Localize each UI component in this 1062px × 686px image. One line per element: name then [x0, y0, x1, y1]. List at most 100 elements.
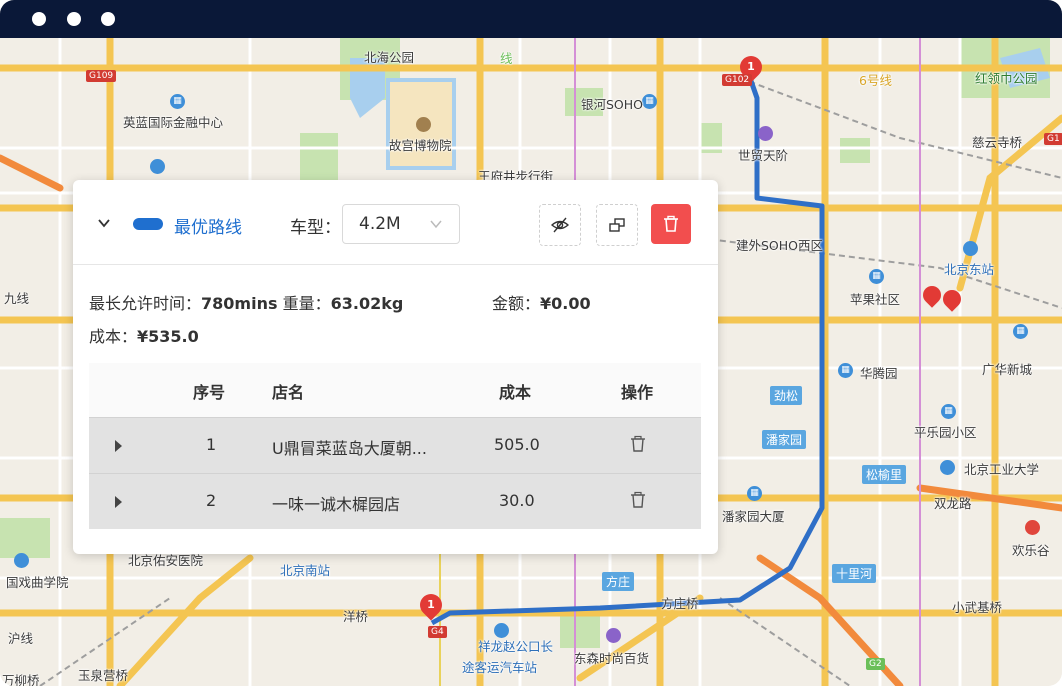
map-label: 北京东站 — [944, 262, 995, 277]
map-label: 6号线 — [859, 73, 892, 88]
window-dot-2[interactable] — [67, 12, 81, 26]
split-route-button[interactable] — [596, 204, 638, 246]
route-info-cost: 成本：¥535.0 — [89, 323, 199, 347]
map-label: 世贸天阶 — [738, 148, 789, 163]
trash-icon — [664, 215, 678, 232]
map-label: 玉泉营桥 — [78, 668, 129, 683]
route-info-amount: 金额：¥0.00 — [492, 290, 591, 314]
eye-off-icon — [551, 217, 569, 233]
map-label: 国戏曲学院 — [6, 575, 69, 590]
map-label: 故宫博物院 — [389, 138, 452, 153]
map-label: 途客运汽车站 — [462, 660, 538, 675]
column-header-cost: 成本 — [499, 383, 532, 402]
school-icon — [940, 460, 955, 475]
chevron-down-icon[interactable] — [97, 216, 111, 230]
building-icon: ▦ — [747, 486, 762, 501]
map-label: 潘家园大厦 — [722, 509, 785, 524]
window-dot-1[interactable] — [32, 12, 46, 26]
map-label: 方庄桥 — [661, 596, 699, 611]
school-icon — [14, 553, 29, 568]
hide-route-button[interactable] — [539, 204, 581, 246]
map-label: 北京南站 — [280, 563, 331, 578]
expand-row-icon[interactable] — [115, 496, 122, 508]
delete-route-button[interactable] — [651, 204, 691, 244]
trash-icon[interactable] — [629, 435, 647, 453]
map-label: 双龙路 — [934, 496, 972, 511]
station-icon — [963, 241, 978, 256]
map-label: 平乐园小区 — [914, 425, 977, 440]
weight-value: 63.02kg — [330, 294, 404, 313]
amount-label: 金额： — [492, 294, 541, 313]
map-label: 苹果社区 — [850, 292, 901, 307]
column-header-action: 操作 — [621, 383, 654, 402]
route-name: 最优路线 — [174, 218, 242, 238]
map-badge: 劲松 — [770, 386, 803, 405]
map-badge: 十里河 — [832, 564, 877, 583]
weight-label: 重量： — [282, 294, 331, 313]
route-panel: 最优路线 车型： 4.2M 最长允许时间：780mins 重量：63.02kg … — [73, 180, 718, 554]
map-label: 慈云寺桥 — [972, 135, 1023, 150]
road-shield: G109 — [86, 70, 117, 82]
museum-icon — [416, 117, 431, 132]
building-icon: ▦ — [1013, 324, 1028, 339]
map-label: 华腾园 — [860, 366, 898, 381]
max-time-value: 780mins — [201, 294, 278, 313]
cost-label: 成本： — [89, 327, 138, 346]
map-label: 英蓝国际金融中心 — [123, 115, 224, 130]
row-cost: 30.0 — [499, 491, 535, 510]
layers-icon — [609, 218, 625, 232]
shopping-icon — [606, 628, 621, 643]
column-header-index: 序号 — [193, 383, 226, 402]
building-icon: ▦ — [838, 363, 853, 378]
map-label: 北京工业大学 — [964, 462, 1040, 477]
stores-table: 序号 店名 成本 操作 1 U鼎冒菜蓝岛大厦朝... 505.0 2 一味一诚木… — [89, 363, 701, 529]
trash-icon[interactable] — [629, 491, 647, 509]
max-time-label: 最长允许时间： — [89, 294, 202, 313]
window-dot-3[interactable] — [101, 12, 115, 26]
row-index: 1 — [206, 435, 217, 454]
map-label: 小武基桥 — [952, 600, 1003, 615]
table-row[interactable]: 2 一味一诚木樨园店 30.0 — [89, 473, 701, 529]
table-row[interactable]: 1 U鼎冒菜蓝岛大厦朝... 505.0 — [89, 417, 701, 473]
row-store-name: 一味一诚木樨园店 — [272, 495, 401, 514]
road-shield: G1 — [1044, 133, 1062, 145]
map-label: 洋桥 — [343, 609, 369, 624]
map-badge: 方庄 — [602, 572, 635, 591]
map-label: 欢乐谷 — [1012, 543, 1050, 558]
cost-value: ¥535.0 — [137, 327, 199, 346]
map-label: 祥龙赵公口长 — [478, 639, 554, 654]
end-pin[interactable]: 1 — [415, 589, 447, 621]
vehicle-type-value: 4.2M — [359, 214, 401, 234]
vehicle-type-select[interactable]: 4.2M — [342, 204, 460, 244]
route-panel-header: 最优路线 车型： 4.2M — [73, 180, 718, 265]
chevron-down-icon — [430, 220, 442, 229]
building-icon: ▦ — [170, 94, 185, 109]
row-index: 2 — [206, 491, 217, 510]
vehicle-type-label: 车型： — [290, 218, 341, 238]
map-label: 红领巾公园 — [975, 71, 1038, 86]
title-bar — [0, 0, 1062, 38]
building-icon: ▦ — [941, 404, 956, 419]
map-label: 银河SOHO — [581, 97, 644, 112]
map-label: 线 — [500, 51, 513, 66]
map-label: 沪线 — [8, 631, 34, 646]
route-color-swatch — [133, 218, 163, 230]
shopping-icon — [758, 126, 773, 141]
road-shield: G102 — [722, 74, 753, 86]
road-shield: G2 — [866, 658, 885, 670]
map-label: 东森时尚百货 — [574, 651, 650, 666]
map-badge: 松榆里 — [862, 465, 907, 484]
column-header-store: 店名 — [272, 383, 305, 402]
app-window: 1 1 ▦ ▦ ▦ ▦ ▦ ▦ ▦ 北海公园 故宫博物院 王府井步行街 英蓝国际… — [0, 0, 1062, 686]
building-icon: ▦ — [642, 94, 657, 109]
expand-row-icon[interactable] — [115, 440, 122, 452]
row-cost: 505.0 — [494, 435, 540, 454]
amount-value: ¥0.00 — [540, 294, 591, 313]
map-label: 九线 — [4, 291, 30, 306]
park-icon — [1025, 520, 1040, 535]
hospital-icon red — [150, 159, 165, 174]
map-label: 建外SOHO西区 — [736, 238, 824, 253]
map-label: 北海公园 — [364, 50, 415, 65]
map-badge: 潘家园 — [762, 430, 807, 449]
road-shield: G4 — [428, 626, 447, 638]
